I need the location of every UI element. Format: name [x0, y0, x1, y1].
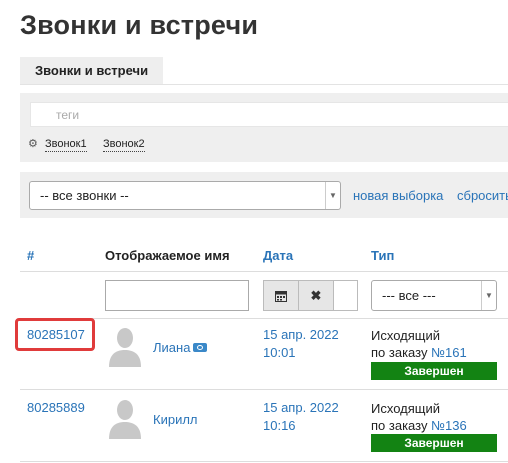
column-header-id[interactable]: # — [27, 248, 34, 263]
new-selection-link[interactable]: новая выборка — [353, 188, 443, 203]
row-divider — [20, 461, 508, 462]
page-title: Звонки и встречи — [20, 10, 259, 40]
order-prefix: по заказу — [371, 418, 428, 433]
contact-name-link[interactable]: Кирилл — [153, 412, 198, 427]
tab-calls-meetings[interactable]: Звонки и встречи — [20, 57, 163, 84]
contact-name: Кирилл — [153, 412, 198, 427]
calendar-icon[interactable] — [263, 280, 299, 311]
vk-icon — [193, 343, 208, 353]
saved-tag-zvonok2[interactable]: Звонок2 — [103, 138, 145, 152]
call-direction: Исходящий — [371, 401, 440, 416]
tags-input[interactable]: теги — [30, 102, 508, 127]
type-filter-value: --- все --- — [382, 288, 436, 303]
reset-link[interactable]: сбросить — [457, 188, 508, 203]
call-date-time: 10:01 — [263, 345, 296, 360]
order-prefix: по заказу — [371, 345, 428, 360]
contact-name: Лиана — [153, 340, 191, 355]
gear-icon[interactable]: ⚙ — [28, 137, 38, 150]
order-link[interactable]: №161 — [431, 345, 467, 360]
name-filter-input[interactable] — [105, 280, 249, 311]
avatar — [107, 327, 143, 367]
selection-highlight — [15, 318, 95, 351]
call-type: Исходящий по заказу №161 — [371, 327, 467, 361]
date-filter-input[interactable] — [333, 280, 358, 311]
column-header-date[interactable]: Дата — [263, 248, 293, 263]
status-badge: Завершен — [371, 434, 497, 452]
saved-tag-zvonok1[interactable]: Звонок1 — [45, 138, 87, 152]
call-date[interactable]: 15 апр. 2022 10:01 — [263, 326, 339, 362]
calls-filter-value: -- все звонки -- — [40, 188, 129, 203]
date-filter-group: ✖ — [263, 280, 358, 311]
contact-name-link[interactable]: Лиана — [153, 340, 208, 355]
call-date[interactable]: 15 апр. 2022 10:16 — [263, 399, 339, 435]
avatar — [107, 399, 143, 439]
call-date-day: 15 апр. 2022 — [263, 400, 339, 415]
type-filter-select[interactable]: --- все --- ▼ — [371, 280, 497, 311]
status-badge: Завершен — [371, 362, 497, 380]
call-date-day: 15 апр. 2022 — [263, 327, 339, 342]
column-header-type[interactable]: Тип — [371, 248, 394, 263]
call-date-time: 10:16 — [263, 418, 296, 433]
column-header-name: Отображаемое имя — [105, 248, 230, 263]
chevron-down-icon: ▼ — [325, 182, 340, 209]
call-id-link[interactable]: 80285889 — [27, 400, 85, 415]
order-link[interactable]: №136 — [431, 418, 467, 433]
calls-filter-select[interactable]: -- все звонки -- ▼ — [29, 181, 341, 210]
row-divider — [20, 389, 508, 390]
call-type: Исходящий по заказу №136 — [371, 400, 467, 434]
header-divider — [20, 271, 508, 272]
call-direction: Исходящий — [371, 328, 440, 343]
clear-date-icon[interactable]: ✖ — [298, 280, 334, 311]
chevron-down-icon: ▼ — [481, 281, 496, 310]
